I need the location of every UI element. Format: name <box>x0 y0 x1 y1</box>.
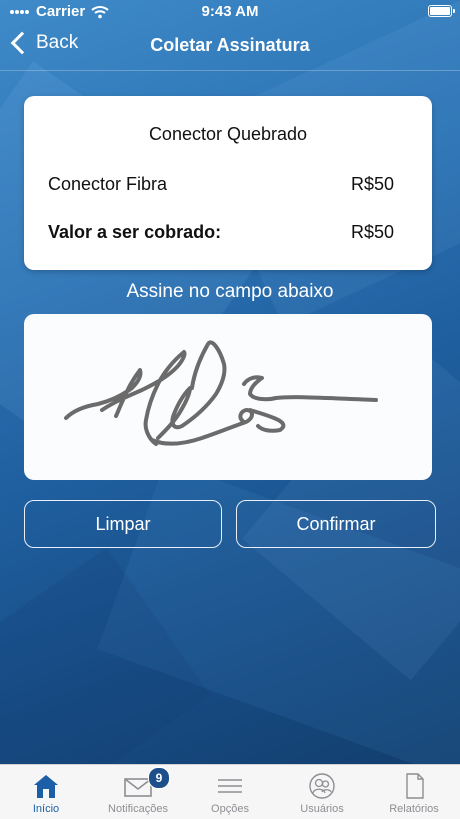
battery-icon <box>428 5 455 17</box>
line-item: Conector Fibra R$50 <box>48 174 394 195</box>
page-title: Coletar Assinatura <box>150 35 310 55</box>
tab-opcoes[interactable]: Opções <box>184 765 276 819</box>
signature-drawing <box>64 340 378 446</box>
tab-label: Notificações <box>108 803 168 815</box>
card-title: Conector Quebrado <box>148 124 308 144</box>
signature-stroke <box>64 340 378 446</box>
line-item-label: Conector Fibra <box>48 174 168 194</box>
signature-pad[interactable] <box>24 314 432 480</box>
notification-badge: 9 <box>148 767 170 789</box>
tab-bar: Início 9 Notificações Opções Usuários Re… <box>0 764 460 819</box>
users-icon <box>309 773 335 799</box>
confirm-button[interactable]: Confirmar <box>236 500 436 548</box>
tab-inicio[interactable]: Início <box>0 765 92 819</box>
tab-label: Relatórios <box>389 803 439 815</box>
total-row: Valor a ser cobrado: R$50 <box>48 222 394 243</box>
tab-label: Opções <box>211 803 249 815</box>
total-value: R$50 <box>350 222 394 242</box>
nav-divider <box>0 70 460 71</box>
line-item-value: R$50 <box>350 174 394 194</box>
status-bar: Carrier 9:43 AM <box>0 0 460 24</box>
document-icon <box>406 773 424 799</box>
total-label: Valor a ser cobrado: <box>48 222 222 242</box>
tab-notificacoes[interactable]: 9 Notificações <box>92 765 184 819</box>
charge-summary-card: Conector Quebrado Conector Fibra R$50 Va… <box>24 96 432 270</box>
home-icon <box>34 775 58 798</box>
tab-usuarios[interactable]: Usuários <box>276 765 368 819</box>
tab-label: Início <box>32 803 60 815</box>
tab-label: Usuários <box>300 803 344 815</box>
menu-icon <box>218 779 242 793</box>
navigation-bar: Back Coletar Assinatura <box>0 26 460 68</box>
status-time: 9:43 AM <box>201 3 259 20</box>
clear-button[interactable]: Limpar <box>24 500 222 548</box>
tab-relatorios[interactable]: Relatórios <box>368 765 460 819</box>
signature-hint: Assine no campo abaixo <box>126 281 334 302</box>
